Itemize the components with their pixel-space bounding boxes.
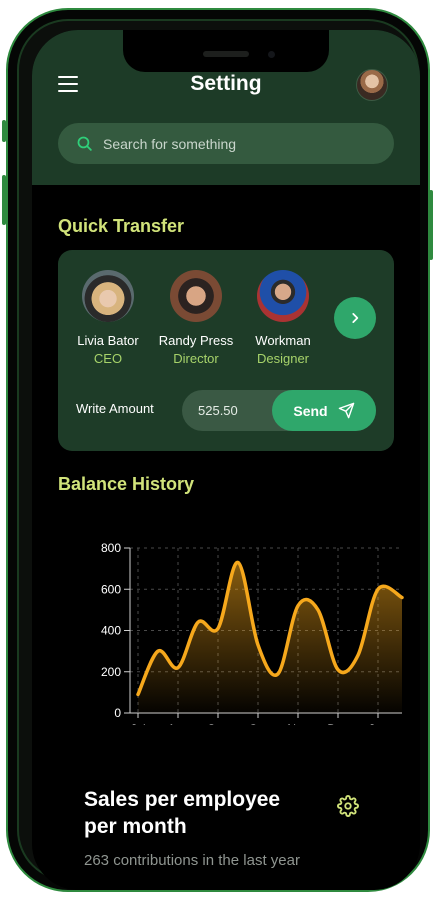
contact-name: Livia Bator	[77, 333, 139, 348]
send-label: Send	[293, 402, 328, 419]
notch	[123, 30, 329, 72]
chart-x-tick-label: Nov	[287, 722, 308, 725]
quick-transfer-title: Quick Transfer	[58, 216, 185, 236]
contact-name: Workman	[255, 333, 311, 348]
chart-x-tick-label: Sep	[207, 722, 229, 725]
search-bar[interactable]	[58, 123, 394, 164]
contact-workman[interactable]: Workman Designer	[238, 270, 328, 366]
chart-y-tick-label: 0	[114, 706, 121, 720]
gear-icon[interactable]	[337, 795, 359, 817]
chart-x-tick-label: Oct	[249, 722, 268, 725]
chart-x-tick-label: Jan	[368, 722, 387, 725]
send-button[interactable]: Send	[272, 390, 376, 431]
amount-value[interactable]: 525.50	[198, 403, 238, 418]
search-input[interactable]	[103, 135, 363, 152]
camera	[268, 51, 275, 58]
contact-randy-press[interactable]: Randy Press Director	[151, 270, 241, 366]
phone-screen: Setting Quick Transfer Livia Bator CEO R…	[32, 30, 420, 890]
paper-plane-icon	[338, 402, 354, 419]
contact-livia-bator[interactable]: Livia Bator CEO	[63, 270, 153, 366]
contact-role: Designer	[256, 351, 310, 366]
next-contacts-button[interactable]	[334, 297, 376, 339]
chart-y-tick-label: 200	[101, 665, 121, 679]
chart-y-tick-label: 400	[101, 624, 121, 638]
balance-history-chart: 0 200 400 600 800 Jul Aug Sep Oct Nov Dec Jan	[101, 541, 404, 725]
contact-avatar	[82, 270, 134, 322]
chart-x-tick-label: Jul	[130, 722, 145, 725]
chevron-right-icon	[352, 313, 359, 323]
chart-x-tick-label: Dec	[327, 722, 348, 725]
phone-frame: Setting Quick Transfer Livia Bator CEO R…	[6, 8, 430, 892]
chart-y-tick-label: 800	[101, 541, 121, 555]
contact-avatar	[170, 270, 222, 322]
contact-avatar	[257, 270, 309, 322]
user-avatar[interactable]	[356, 69, 388, 101]
balance-history-title: Balance History	[58, 474, 195, 494]
amount-label: Write Amount	[76, 401, 154, 416]
amount-field[interactable]: 525.50 Send	[182, 390, 376, 431]
contact-role: Director	[173, 351, 219, 366]
contact-name: Randy Press	[158, 333, 234, 348]
speaker	[203, 51, 249, 57]
quick-transfer-card: Livia Bator CEO Randy Press Director Wor…	[58, 250, 394, 451]
contact-role: CEO	[93, 351, 123, 366]
chart-x-tick-label: Aug	[167, 722, 188, 725]
search-icon	[77, 136, 92, 151]
chart-y-tick-label: 600	[101, 582, 121, 596]
sales-subtitle: 263 contributions in the last year	[84, 852, 300, 869]
sales-title: Sales per employee per month	[84, 788, 281, 838]
